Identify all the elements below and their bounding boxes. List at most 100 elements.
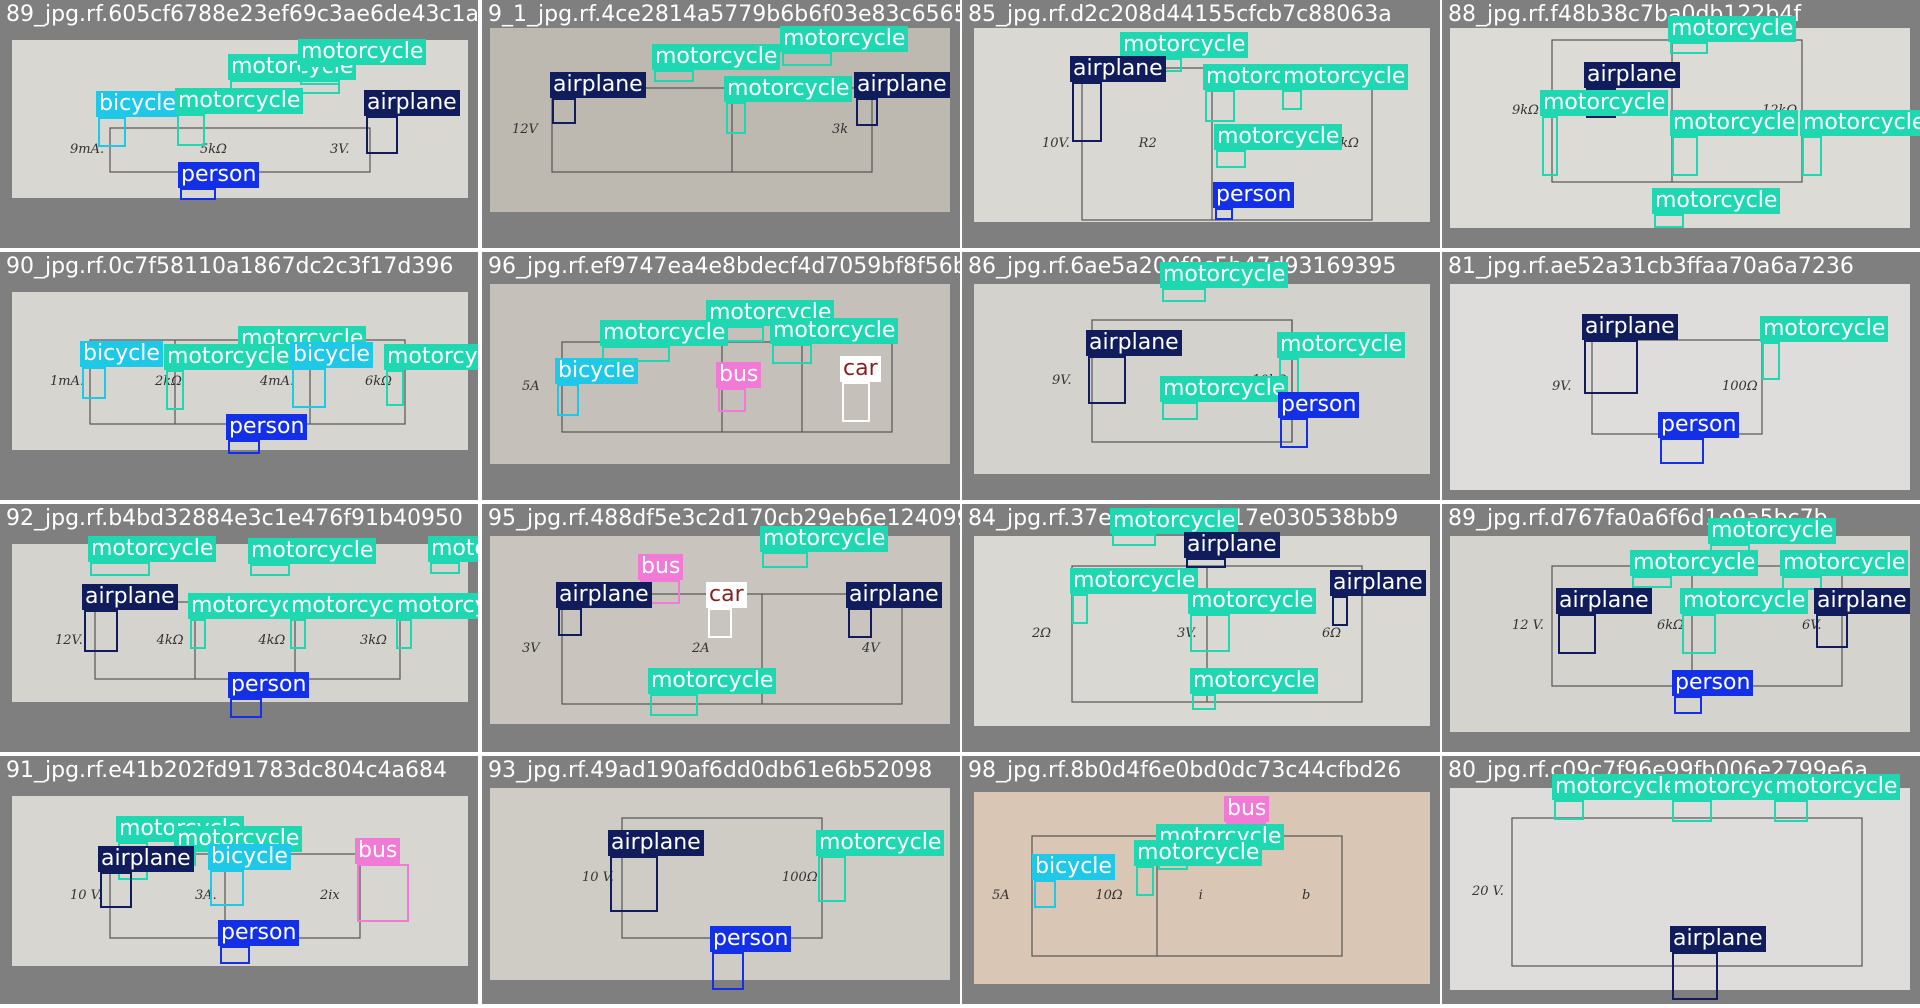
circuit-annotation: 9kΩ — [1512, 103, 1539, 118]
mosaic-tile: 5A 10Ω i b bus motorcycle bicycle motorcycle 98_… — [962, 756, 1440, 1004]
detection-motorcycle: motorcycle — [298, 39, 427, 85]
class-label: motorcycle — [780, 26, 909, 52]
mosaic-tile: 9kΩ3kΩ12kΩmotorcycleairplanemotorcyclemo… — [1442, 0, 1920, 248]
class-label: motorcycle — [88, 536, 217, 562]
bounding-box — [1280, 418, 1308, 448]
detection-motorcycle: motorcycle — [1670, 774, 1799, 822]
detection-bicycle: bicycle — [208, 844, 291, 906]
detection-motorcycle: motorcycle — [1110, 508, 1239, 546]
mosaic-tile: 12 V. 6kΩ 6V. motorcycle motorcycle motorcycl… — [1442, 504, 1920, 752]
bounding-box — [782, 52, 832, 66]
bounding-box — [1088, 356, 1126, 404]
mosaic-tile: 12V 3k motorcycle motorcycle airplane motorcy… — [482, 0, 960, 248]
detection-motorcycle: motorcycle — [1652, 188, 1781, 228]
detection-bicycle: bicycle — [1032, 854, 1115, 908]
tile-filename: 95_jpg.rf.488df5e3c2d170cb29eb6e124099b5 — [488, 506, 960, 531]
detection-motorcycle: motorcycle — [1552, 774, 1681, 820]
class-label: airplane — [1584, 62, 1680, 88]
bounding-box — [1162, 288, 1206, 302]
bounding-box — [1584, 340, 1638, 394]
bounding-box — [1558, 614, 1596, 654]
mosaic-tile: 20 V. motorcycle motorcycle motorcycle airpl… — [1442, 756, 1920, 1004]
detection-motorcycle: motorcycle — [1760, 316, 1889, 380]
class-label: person — [710, 926, 792, 952]
circuit-annotation: 100Ω — [1722, 379, 1758, 394]
detection-motorcycle: motorcycle — [1280, 64, 1409, 110]
bounding-box — [1282, 90, 1302, 110]
tile-filename: 92_jpg.rf.b4bd32884e3c1e476f91b40950 — [6, 506, 463, 531]
class-label: airplane — [846, 582, 942, 608]
class-label: motorcycle — [1120, 32, 1249, 58]
mosaic-tile: 2Ω 3V. 6Ω motorcycle airplane motorcycle motor… — [962, 504, 1440, 752]
circuit-annotation: 2Ω — [1032, 626, 1052, 641]
class-label: motorcycle — [1708, 518, 1837, 544]
detection-motorcycle: motorcycle — [1188, 588, 1317, 652]
bounding-box — [708, 608, 732, 638]
detection-motorcycle: motorcycle — [1772, 774, 1901, 822]
bounding-box — [366, 116, 398, 154]
bounding-box — [180, 188, 216, 200]
detection-motorcycle: motorcycle — [760, 526, 889, 568]
bounding-box — [856, 98, 878, 126]
class-label: bicycle — [80, 341, 163, 367]
class-label: motorcycle — [298, 39, 427, 65]
class-label: bus — [355, 838, 401, 864]
detection-motorcycle: motorcycle — [188, 593, 317, 649]
detection-person: person — [710, 926, 792, 990]
detection-motorcycle: motorcycle — [1203, 64, 1332, 122]
mosaic-tile: 9V. 100Ω airplane motorcycle person 81_jpg.rf… — [1442, 252, 1920, 500]
bounding-box — [1216, 150, 1246, 168]
detection-motorcycle: motorcycle — [1134, 840, 1263, 896]
circuit-annotation: 20 V. — [1472, 884, 1504, 899]
circuit-annotation: 100Ω — [782, 870, 818, 885]
class-label: motorcycle — [248, 538, 377, 564]
detection-bicycle: bicycle — [80, 341, 163, 399]
bounding-box — [1674, 696, 1702, 714]
bounding-box — [1682, 614, 1716, 654]
bounding-box — [430, 562, 460, 574]
detection-person: person — [1213, 182, 1295, 220]
circuit-annotation: 6kΩ — [1657, 618, 1684, 633]
tile-filename: 81_jpg.rf.ae52a31cb3ffaa70a6a7236 — [1448, 254, 1854, 279]
bounding-box — [220, 946, 250, 964]
mosaic-tile: 9V.10kΩmotorcycleairplanemotorcyclemotor… — [962, 252, 1440, 500]
circuit-annotation: 1mA. — [50, 374, 85, 389]
tile-filename: 96_jpg.rf.ef9747ea4e8bdecf4d7059bf8f56b7 — [488, 254, 960, 279]
detection-bus: bus — [355, 838, 409, 922]
bounding-box — [610, 856, 658, 912]
bounding-box — [357, 864, 409, 922]
class-label: airplane — [1184, 532, 1280, 558]
detection-motorcycle: motorcycle — [1214, 124, 1343, 168]
circuit-annotation: 10 V. — [70, 888, 102, 903]
class-label: bus — [716, 362, 762, 388]
class-label: motorcycle — [1670, 110, 1799, 136]
circuit-annotation: i — [1198, 888, 1203, 903]
bounding-box — [98, 117, 126, 147]
class-label: person — [1672, 670, 1754, 696]
circuit-annotation: 3V — [522, 641, 540, 656]
mosaic-tile: 1mA. 2kΩ 4mA. 6kΩ motorcycle bicycle motorcycl… — [0, 252, 478, 500]
class-label: motorcycle — [1190, 668, 1319, 694]
detection-motorcycle: motorcycle — [1070, 568, 1199, 624]
bounding-box — [772, 344, 812, 364]
detection-airplane: airplane — [364, 90, 460, 154]
detection-motorcycle: motorcycle — [1680, 588, 1809, 654]
class-label: motorcycle — [1280, 64, 1409, 90]
circuit-annotation: 4kΩ — [156, 632, 184, 648]
class-label: motorcycle — [1772, 774, 1901, 800]
class-label: airplane — [854, 72, 950, 98]
mosaic-tile: 3V 2A 4V bus motorcycle airplane car airplane mo… — [482, 504, 960, 752]
class-label: motorcycle — [175, 88, 304, 114]
class-label: motorcycle — [1160, 376, 1289, 402]
circuit-annotation: 12V. — [55, 632, 83, 648]
bounding-box — [386, 370, 404, 406]
class-label: airplane — [1086, 330, 1182, 356]
detection-motorcycle: motorcycle — [1540, 90, 1669, 176]
class-label: motorcycle — [428, 536, 478, 562]
circuit-annotation: 2ix — [320, 888, 340, 903]
tile-filename: 9_1_jpg.rf.4ce2814a5779b6b6f03e83c6565aa… — [488, 2, 960, 27]
detection-motorcycle: motorcycle — [600, 320, 729, 362]
class-label: airplane — [1582, 314, 1678, 340]
bounding-box — [1816, 614, 1848, 648]
bounding-box — [1654, 214, 1684, 228]
